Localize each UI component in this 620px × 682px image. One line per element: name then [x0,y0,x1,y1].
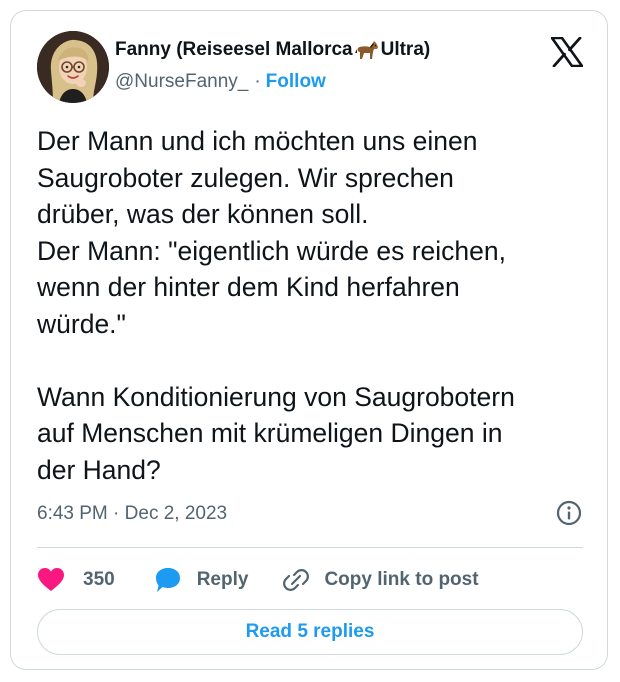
reply-label: Reply [196,569,249,590]
handle-separator: · [254,71,261,92]
horse-emoji-icon [354,41,378,59]
heart-icon [38,568,64,591]
divider [37,547,583,548]
copy-link-button[interactable]: Copy link to post [282,566,479,594]
tweet-timestamp: 6:43 PM · Dec 2, 2023 [37,503,227,525]
author-name-part1: Fanny (Reiseesel Mallorca [115,39,353,60]
author-name-part2: Ultra) [380,39,431,60]
like-count: 350 [83,569,115,590]
tweet-card: Fanny (Reiseesel Mallorca Ultra) @NurseF… [10,10,608,670]
x-logo-icon[interactable] [551,37,583,67]
info-icon[interactable] [554,498,584,528]
author-name[interactable]: Fanny (Reiseesel Mallorca Ultra) [115,39,430,61]
read-replies-button[interactable]: Read 5 replies [37,609,583,655]
follow-button[interactable]: Follow [266,71,326,93]
tweet-time[interactable]: 6:43 PM [37,503,108,524]
read-replies-label: Read 5 replies [245,621,375,642]
author-handle[interactable]: @NurseFanny_ [115,71,248,93]
handle-row: @NurseFanny_ · Follow [115,71,326,93]
reply-button[interactable]: Reply [153,566,249,594]
timestamp-separator: · [107,503,125,524]
tweet-text: Der Mann und ich möchten uns einen Saugr… [37,126,515,485]
link-icon [283,569,310,591]
reply-bubble-icon [155,568,180,592]
copy-link-label: Copy link to post [324,569,479,590]
actions-bar: 350 Reply Copy link to post [37,563,479,597]
tweet-date[interactable]: Dec 2, 2023 [125,503,227,524]
avatar-illustration-icon [37,31,109,103]
avatar[interactable] [37,31,109,103]
like-button[interactable]: 350 [37,567,115,593]
